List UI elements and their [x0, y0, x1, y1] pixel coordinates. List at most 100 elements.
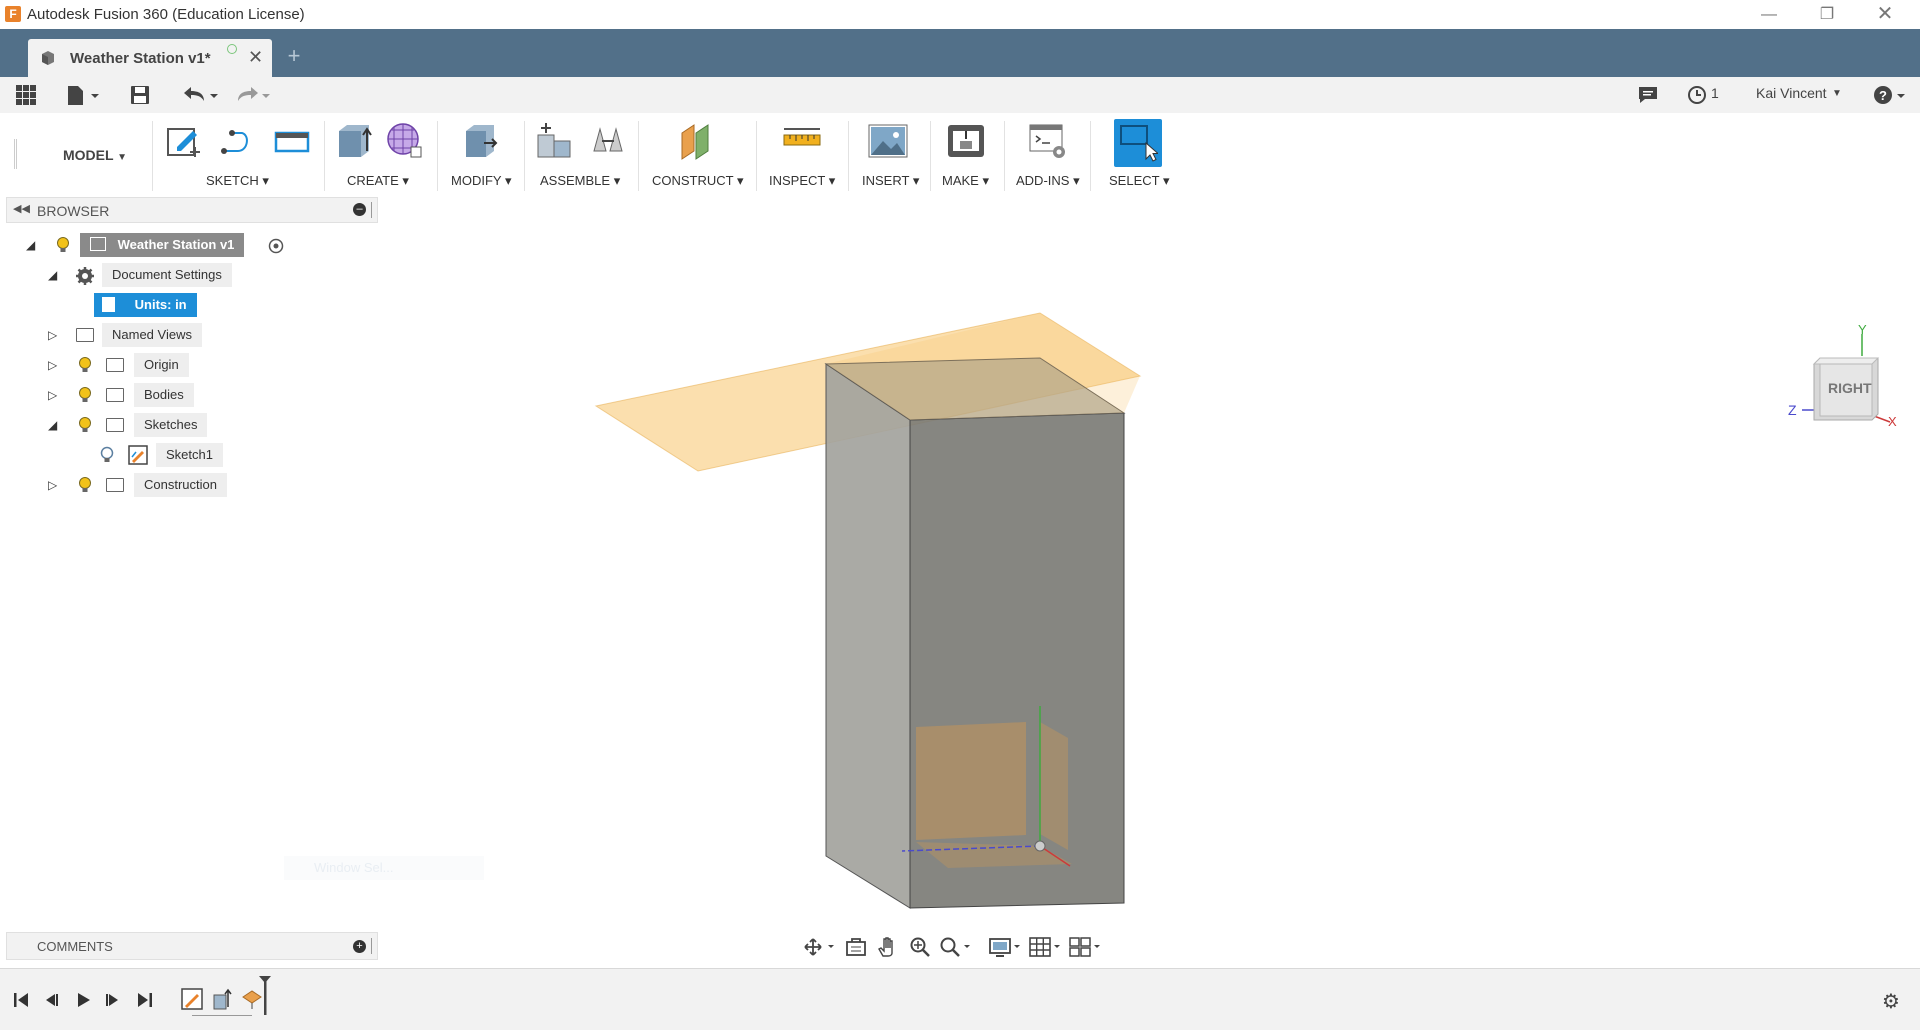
tree-row-construction[interactable]: ▷ Construction — [0, 472, 380, 498]
visibility-bulb-icon[interactable] — [78, 356, 92, 374]
restore-icon[interactable]: ❐ — [1798, 0, 1856, 29]
tree-row-bodies[interactable]: ▷ Bodies — [0, 382, 380, 408]
new-tab-icon[interactable]: + — [282, 45, 306, 69]
visibility-bulb-icon[interactable] — [78, 386, 92, 404]
tree-label-root-box[interactable]: Weather Station v1 — [80, 233, 245, 257]
extrude-icon[interactable] — [333, 121, 373, 161]
expand-arrow-icon[interactable]: ▷ — [48, 388, 62, 402]
browser-pin-icon[interactable] — [371, 202, 374, 218]
job-status-clock-icon[interactable] — [1686, 83, 1708, 107]
timeline-marker-icon[interactable] — [258, 975, 272, 1015]
create-sketch-icon[interactable] — [165, 121, 205, 161]
tree-row-sketch1[interactable]: Sketch1 — [0, 442, 380, 468]
create-form-icon[interactable] — [385, 121, 425, 161]
look-at-icon[interactable] — [844, 936, 868, 958]
user-account-menu[interactable]: Kai Vincent — [1756, 85, 1827, 101]
visibility-bulb-icon[interactable] — [56, 236, 70, 254]
tree-row-units[interactable]: Units: in — [0, 292, 380, 318]
collapse-arrow-icon[interactable]: ◢ — [48, 268, 62, 282]
visibility-bulb-icon[interactable] — [78, 476, 92, 494]
measure-icon[interactable] — [782, 121, 822, 161]
collapse-arrow-icon[interactable]: ◢ — [26, 238, 40, 252]
view-cube[interactable]: Y Z X RIGHT — [1784, 322, 1902, 436]
insert-canvas-icon[interactable] — [868, 121, 908, 161]
tree-label-sketches-box[interactable]: Sketches — [134, 413, 208, 437]
display-settings-icon[interactable] — [988, 936, 1024, 958]
browser-panel-header[interactable]: ◀◀ BROWSER – — [6, 197, 378, 223]
play-icon[interactable] — [72, 989, 94, 1011]
timeline-extrude-feature-icon[interactable] — [210, 987, 234, 1011]
expand-arrow-icon[interactable]: ▷ — [48, 358, 62, 372]
tree-label-origin-box[interactable]: Origin — [134, 353, 189, 377]
visibility-bulb-off-icon[interactable] — [100, 446, 114, 464]
minimize-browser-icon[interactable]: – — [353, 203, 366, 216]
zoom-icon[interactable] — [908, 936, 932, 958]
line-tool-icon[interactable] — [218, 121, 258, 161]
inspect-menu[interactable]: INSPECT ▾ — [769, 173, 835, 189]
modify-menu[interactable]: MODIFY ▾ — [451, 173, 511, 189]
toolbar-grip-icon[interactable] — [14, 139, 17, 169]
select-tool-button[interactable] — [1114, 119, 1162, 167]
comments-toggle-icon[interactable] — [1636, 83, 1660, 107]
timeline-sketch-feature-icon[interactable] — [180, 987, 204, 1011]
tree-label-units-box[interactable]: Units: in — [94, 293, 197, 317]
assemble-menu[interactable]: ASSEMBLE ▾ — [540, 173, 620, 189]
viewports-icon[interactable] — [1068, 936, 1104, 958]
pan-hand-icon[interactable] — [876, 936, 900, 958]
tree-label-construction-box[interactable]: Construction — [134, 473, 227, 497]
file-menu-icon[interactable] — [66, 83, 102, 107]
3d-print-icon[interactable] — [946, 121, 986, 161]
view-cube-face-label[interactable]: RIGHT — [1828, 380, 1872, 396]
make-menu[interactable]: MAKE ▾ — [942, 173, 989, 189]
help-icon[interactable]: ? — [1872, 83, 1908, 107]
origin-point[interactable] — [1034, 840, 1046, 852]
scripts-addins-icon[interactable] — [1028, 121, 1068, 161]
timeline-settings-gear-icon[interactable]: ⚙ — [1882, 989, 1900, 1014]
close-tab-icon[interactable]: ✕ — [248, 47, 263, 68]
joint-icon[interactable] — [588, 121, 628, 161]
step-forward-icon[interactable] — [102, 989, 124, 1011]
redo-icon[interactable] — [232, 83, 272, 107]
tree-row-origin[interactable]: ▷ Origin — [0, 352, 380, 378]
rectangle-tool-icon[interactable] — [272, 121, 312, 161]
collapse-browser-icon[interactable]: ◀◀ — [13, 202, 30, 215]
tree-row-root[interactable]: ◢ Weather Station v1 — [0, 232, 380, 258]
document-tab[interactable]: Weather Station v1* ✕ — [28, 39, 272, 77]
origin-yz-plane[interactable] — [1040, 722, 1068, 850]
press-pull-icon[interactable] — [460, 121, 500, 161]
origin-xy-plane[interactable] — [916, 722, 1026, 840]
add-comment-icon[interactable]: + — [353, 940, 366, 953]
fit-zoom-window-icon[interactable] — [938, 936, 974, 958]
go-to-start-icon[interactable] — [10, 989, 32, 1011]
grid-settings-icon[interactable] — [1028, 936, 1064, 958]
comments-pin-icon[interactable] — [371, 938, 374, 954]
comments-panel-header[interactable]: COMMENTS + — [6, 932, 378, 960]
activate-component-icon[interactable] — [268, 238, 284, 254]
construct-menu[interactable]: CONSTRUCT ▾ — [652, 173, 744, 189]
visibility-bulb-icon[interactable] — [78, 416, 92, 434]
expand-arrow-icon[interactable]: ▷ — [48, 478, 62, 492]
undo-icon[interactable] — [180, 83, 220, 107]
step-back-icon[interactable] — [40, 989, 62, 1011]
minimize-icon[interactable]: — — [1740, 0, 1798, 29]
tree-label-sketch1-box[interactable]: Sketch1 — [156, 443, 223, 467]
addins-menu[interactable]: ADD-INS ▾ — [1016, 173, 1080, 189]
close-icon[interactable]: ✕ — [1856, 0, 1914, 29]
insert-menu[interactable]: INSERT ▾ — [862, 173, 919, 189]
tree-label-document-settings-box[interactable]: Document Settings — [102, 263, 232, 287]
new-component-icon[interactable] — [534, 121, 574, 161]
select-menu[interactable]: SELECT ▾ — [1109, 173, 1170, 189]
sketch-menu[interactable]: SKETCH ▾ — [206, 173, 269, 189]
collapse-arrow-icon[interactable]: ◢ — [48, 418, 62, 432]
orbit-icon[interactable] — [802, 936, 838, 958]
go-to-end-icon[interactable] — [134, 989, 156, 1011]
tree-row-sketches[interactable]: ◢ Sketches — [0, 412, 380, 438]
tree-row-document-settings[interactable]: ◢ Document Settings — [0, 262, 380, 288]
expand-arrow-icon[interactable]: ▷ — [48, 328, 62, 342]
create-menu[interactable]: CREATE ▾ — [347, 173, 409, 189]
box-body-left-face[interactable] — [825, 363, 911, 909]
workspace-switcher[interactable]: MODEL ▼ — [40, 143, 150, 167]
offset-plane-icon[interactable] — [676, 121, 716, 161]
tree-row-named-views[interactable]: ▷ Named Views — [0, 322, 380, 348]
tree-label-named-views-box[interactable]: Named Views — [102, 323, 202, 347]
